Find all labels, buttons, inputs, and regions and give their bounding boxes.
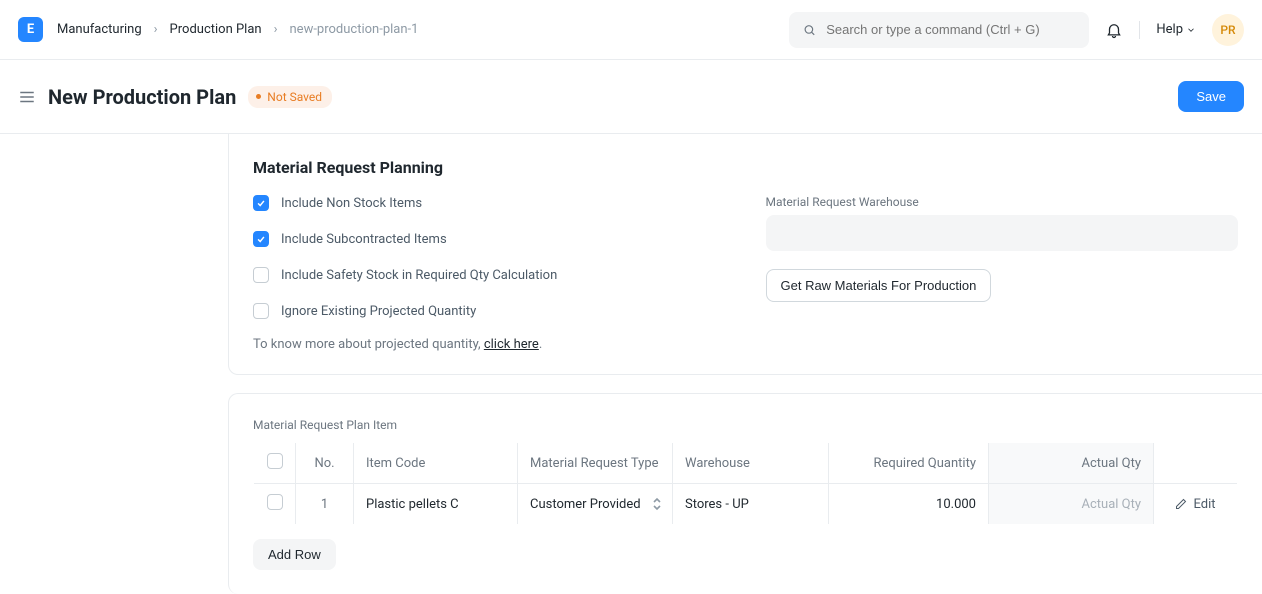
check-label: Include Subcontracted Items — [281, 232, 447, 247]
app-logo[interactable]: E — [18, 17, 43, 42]
mrp-card: Material Request Planning Include Non St… — [228, 134, 1262, 375]
row-item-code[interactable]: Plastic pellets C — [354, 484, 518, 525]
col-warehouse: Warehouse — [673, 443, 829, 484]
row-edit[interactable]: Edit — [1154, 484, 1238, 525]
help-suffix: . — [539, 337, 542, 352]
help-label: Help — [1156, 22, 1183, 37]
col-select-all[interactable] — [254, 443, 296, 484]
help-menu[interactable]: Help — [1156, 22, 1196, 37]
get-raw-materials-button[interactable]: Get Raw Materials For Production — [766, 269, 992, 302]
breadcrumb: Manufacturing › Production Plan › new-pr… — [57, 22, 418, 37]
content: Material Request Planning Include Non St… — [0, 134, 1262, 594]
row-required-qty[interactable]: 10.000 — [829, 484, 989, 525]
page-header: New Production Plan Not Saved Save — [0, 60, 1262, 134]
warehouse-label: Material Request Warehouse — [766, 195, 1239, 209]
plan-item-card: Material Request Plan Item No. Item Code… — [228, 393, 1262, 594]
avatar-initials: PR — [1220, 23, 1235, 37]
search-icon — [803, 23, 816, 37]
click-here-link[interactable]: click here — [484, 337, 539, 352]
check-icon — [256, 198, 266, 208]
chevron-down-icon — [1186, 25, 1196, 35]
topbar-left: E Manufacturing › Production Plan › new-… — [18, 17, 418, 42]
page-header-left: New Production Plan Not Saved — [18, 85, 332, 109]
checkbox-ignore-projected[interactable] — [253, 303, 269, 319]
check-label: Ignore Existing Projected Quantity — [281, 304, 476, 319]
row-warehouse[interactable]: Stores - UP — [673, 484, 829, 525]
checkbox-include-non-stock[interactable] — [253, 195, 269, 211]
plan-item-table: No. Item Code Material Request Type Ware… — [253, 442, 1238, 525]
add-row-button[interactable]: Add Row — [253, 539, 336, 570]
mrp-title: Material Request Planning — [253, 158, 1238, 177]
col-material-request-type: Material Request Type — [518, 443, 673, 484]
check-include-subcontracted[interactable]: Include Subcontracted Items — [253, 231, 726, 247]
help-prefix: To know more about projected quantity, — [253, 337, 484, 352]
check-label: Include Non Stock Items — [281, 196, 422, 211]
menu-icon — [18, 88, 36, 106]
row-material-request-type[interactable]: Customer Provided — [518, 484, 673, 525]
plan-item-label: Material Request Plan Item — [253, 418, 1238, 432]
check-icon — [256, 234, 266, 244]
breadcrumb-item-production-plan[interactable]: Production Plan — [170, 22, 262, 37]
notifications-button[interactable] — [1105, 21, 1123, 39]
status-label: Not Saved — [267, 90, 322, 104]
divider — [1139, 21, 1140, 39]
row-actual-qty: Actual Qty — [989, 484, 1154, 525]
breadcrumb-item-current: new-production-plan-1 — [290, 22, 419, 37]
table-header-row: No. Item Code Material Request Type Ware… — [254, 443, 1238, 484]
sidebar-toggle[interactable] — [18, 88, 36, 106]
logo-letter: E — [27, 22, 34, 37]
user-avatar[interactable]: PR — [1212, 14, 1244, 46]
global-search[interactable] — [789, 12, 1089, 48]
table-row: 1 Plastic pellets C Customer Provided St… — [254, 484, 1238, 525]
row-no: 1 — [296, 484, 354, 525]
check-ignore-projected[interactable]: Ignore Existing Projected Quantity — [253, 303, 726, 319]
warehouse-input[interactable] — [766, 215, 1239, 251]
checkbox-include-subcontracted[interactable] — [253, 231, 269, 247]
check-include-safety-stock[interactable]: Include Safety Stock in Required Qty Cal… — [253, 267, 726, 283]
col-edit — [1154, 443, 1238, 484]
col-required-qty: Required Quantity — [829, 443, 989, 484]
status-dot — [256, 94, 261, 99]
edit-label: Edit — [1193, 497, 1215, 512]
mrp-left-col: Include Non Stock Items Include Subcontr… — [253, 195, 726, 352]
bell-icon — [1105, 21, 1123, 39]
row-select[interactable] — [254, 484, 296, 525]
check-label: Include Safety Stock in Required Qty Cal… — [281, 268, 557, 283]
topbar: E Manufacturing › Production Plan › new-… — [0, 0, 1262, 60]
col-actual-qty: Actual Qty — [989, 443, 1154, 484]
topbar-right: Help PR — [789, 12, 1244, 48]
chevron-right-icon: › — [274, 22, 278, 37]
status-badge: Not Saved — [248, 86, 332, 108]
row-mrt-value: Customer Provided — [530, 497, 641, 512]
chevron-right-icon: › — [154, 22, 158, 37]
breadcrumb-item-manufacturing[interactable]: Manufacturing — [57, 22, 142, 37]
col-item-code: Item Code — [354, 443, 518, 484]
check-include-non-stock[interactable]: Include Non Stock Items — [253, 195, 726, 211]
save-button[interactable]: Save — [1178, 81, 1244, 112]
checkbox-row[interactable] — [267, 494, 283, 510]
mrp-right-col: Material Request Warehouse Get Raw Mater… — [766, 195, 1239, 352]
projected-qty-help: To know more about projected quantity, c… — [253, 337, 726, 352]
select-caret-icon — [652, 497, 662, 511]
edit-icon — [1175, 498, 1187, 510]
checkbox-include-safety-stock[interactable] — [253, 267, 269, 283]
page-title: New Production Plan — [48, 85, 236, 109]
checkbox-select-all[interactable] — [267, 453, 283, 469]
col-no: No. — [296, 443, 354, 484]
search-input[interactable] — [826, 22, 1075, 37]
mrp-columns: Include Non Stock Items Include Subcontr… — [253, 195, 1238, 352]
